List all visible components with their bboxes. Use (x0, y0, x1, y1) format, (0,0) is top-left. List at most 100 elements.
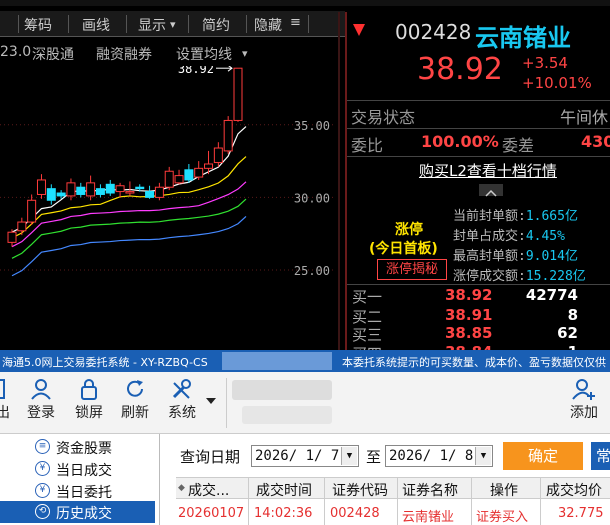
wc-value: 430 (581, 132, 610, 151)
cell-time: 14:02:36 (254, 506, 313, 521)
margin-link[interactable]: 融资融券 (96, 44, 152, 64)
refresh-button[interactable]: 刷新 (116, 378, 154, 430)
divider (347, 100, 610, 101)
col-divider (248, 477, 249, 525)
tab-chip[interactable]: 筹码 (24, 15, 52, 35)
candle-body (105, 183, 115, 194)
display-dropdown-icon[interactable]: ▾ (170, 18, 176, 31)
cell-avg-price: 32.775 (558, 506, 604, 521)
collapse-chevron-icon[interactable] (479, 184, 503, 197)
candle-body (56, 192, 66, 197)
ratio-value: 23.0 (0, 44, 32, 60)
hide-menu-icon[interactable]: ≡ (290, 15, 301, 30)
tab-separator (68, 15, 69, 33)
system-dropdown-icon[interactable] (206, 398, 216, 404)
candle-body (66, 182, 76, 197)
wc-label: 委差 (502, 136, 535, 155)
calendar-dropdown-icon[interactable]: ▼ (341, 447, 357, 465)
orderbook-row[interactable]: 买一 38.92 42774 (347, 286, 610, 307)
nav-item-today-orders[interactable]: ¥ 当日委托 (0, 480, 155, 502)
sgt-link[interactable]: 深股通 (32, 44, 74, 64)
tab-separator (188, 15, 189, 33)
chart-subbar: 23.0 深股通 融资融券 设置均线 ▾ (0, 40, 345, 66)
trading-title-bar: 海通5.0网上交易委托系统 - XY-RZBQ-CS 本委托系统提示的可买数量、… (0, 350, 610, 385)
col-divider (471, 477, 472, 525)
tab-simple[interactable]: 简约 (202, 15, 230, 35)
status-value: 午间休 (560, 108, 609, 127)
candle-body (213, 147, 223, 164)
sort-icon[interactable]: ◆ (178, 483, 185, 493)
lock-icon (81, 379, 97, 400)
limit-up-title: 涨停 (395, 222, 423, 238)
more-button[interactable]: 常 (591, 442, 610, 470)
y-tick-label: 25.00 (294, 264, 330, 278)
candle-body (36, 179, 46, 195)
stat-row: 涨停成交额:15.228亿 (453, 269, 586, 284)
ma-dropdown-icon[interactable]: ▾ (242, 47, 248, 60)
login-button[interactable]: 登录 (22, 378, 60, 430)
stock-name: 云南锗业 (475, 24, 571, 52)
l2-purchase-link[interactable]: 购买L2查看十档行情 (419, 160, 557, 181)
candle-body (233, 67, 243, 121)
tab-separator (18, 15, 19, 33)
exit-button[interactable]: 出 (0, 378, 10, 430)
candle-body (76, 186, 86, 195)
cell-name: 云南锗业 (402, 510, 455, 525)
nav-item-funds[interactable]: ≡ 资金股票 (0, 436, 155, 458)
user-icon (31, 379, 51, 400)
candle-body (204, 163, 214, 169)
nav-item-today-deals[interactable]: ¥ 当日成交 (0, 458, 155, 480)
exit-icon (0, 379, 5, 399)
last-price: 38.92 (417, 52, 503, 87)
query-date-label: 查询日期 (180, 448, 241, 466)
ma-line-5 (11, 126, 247, 233)
stat-row: 最高封单额:9.014亿 (453, 249, 578, 264)
refresh-icon (127, 380, 143, 397)
divider (347, 128, 610, 129)
kline-chart[interactable]: 35.00 30.00 25.00 38.92 (0, 66, 345, 350)
price-change: +3.54 (522, 54, 568, 72)
top-menu-strip (0, 0, 610, 6)
col-action[interactable]: 操作 (490, 480, 518, 500)
chart-tab-bar: 筹码 画线 显示 ▾ 简约 隐藏 ≡ (0, 11, 345, 37)
cell-date: 20260107 (178, 506, 245, 521)
add-user-button[interactable]: 添加 (566, 378, 602, 430)
wb-value: 100.00% (421, 132, 499, 151)
account-selector[interactable] (232, 380, 332, 400)
candle-body (86, 182, 96, 197)
tab-separator (126, 15, 127, 33)
date-to-picker[interactable]: 2026/ 1/ 8 ▼ (385, 445, 493, 467)
tab-draw[interactable]: 画线 (82, 15, 110, 35)
history-icon: ⟲ (35, 504, 50, 519)
candle-body (27, 199, 37, 223)
function-tree: ≡ 资金股票 ¥ 当日成交 ¥ 当日委托 ⟲ 历史成交 (0, 434, 160, 525)
col-deal-date[interactable]: 成交... (188, 480, 229, 500)
tab-hide[interactable]: 隐藏 (254, 15, 282, 35)
y-tick-label: 30.00 (294, 191, 330, 205)
lock-screen-button[interactable]: 锁屏 (70, 378, 108, 430)
status-label: 交易状态 (351, 108, 416, 127)
nav-item-history-deals[interactable]: ⟲ 历史成交 (0, 501, 155, 523)
date-from-picker[interactable]: 2026/ 1/ 7 ▼ (251, 445, 359, 467)
confirm-button[interactable]: 确定 (503, 442, 583, 470)
col-divider (540, 477, 541, 525)
cell-action: 证券买入 (476, 510, 529, 525)
limit-up-reveal-button[interactable]: 涨停揭秘 (377, 259, 447, 280)
col-name[interactable]: 证券名称 (402, 480, 458, 500)
tab-display[interactable]: 显示 (138, 15, 166, 35)
stat-row: 封单占成交:4.45% (453, 229, 565, 244)
col-deal-time[interactable]: 成交时间 (256, 480, 312, 500)
system-button[interactable]: 系统 (162, 378, 202, 430)
trading-toolbar: 出 登录 锁屏 刷新 系统 添加 (0, 372, 610, 434)
stat-row: 当前封单额:1.665亿 (453, 209, 578, 224)
orderbook-row[interactable]: 买三 38.85 62 (347, 324, 610, 345)
col-avg-price[interactable]: 成交均价 (546, 480, 602, 500)
col-code[interactable]: 证券代码 (332, 480, 388, 500)
candle-body (7, 231, 17, 243)
candle-body (194, 167, 204, 178)
tools-icon (172, 379, 191, 399)
ma-setting-button[interactable]: 设置均线 (176, 44, 232, 64)
history-query-panel: 查询日期 2026/ 1/ 7 ▼ 至 2026/ 1/ 8 ▼ 确定 常 ◆ 成交… (168, 434, 610, 525)
y-tick-label: 35.00 (294, 119, 330, 133)
calendar-dropdown-icon[interactable]: ▼ (475, 447, 491, 465)
